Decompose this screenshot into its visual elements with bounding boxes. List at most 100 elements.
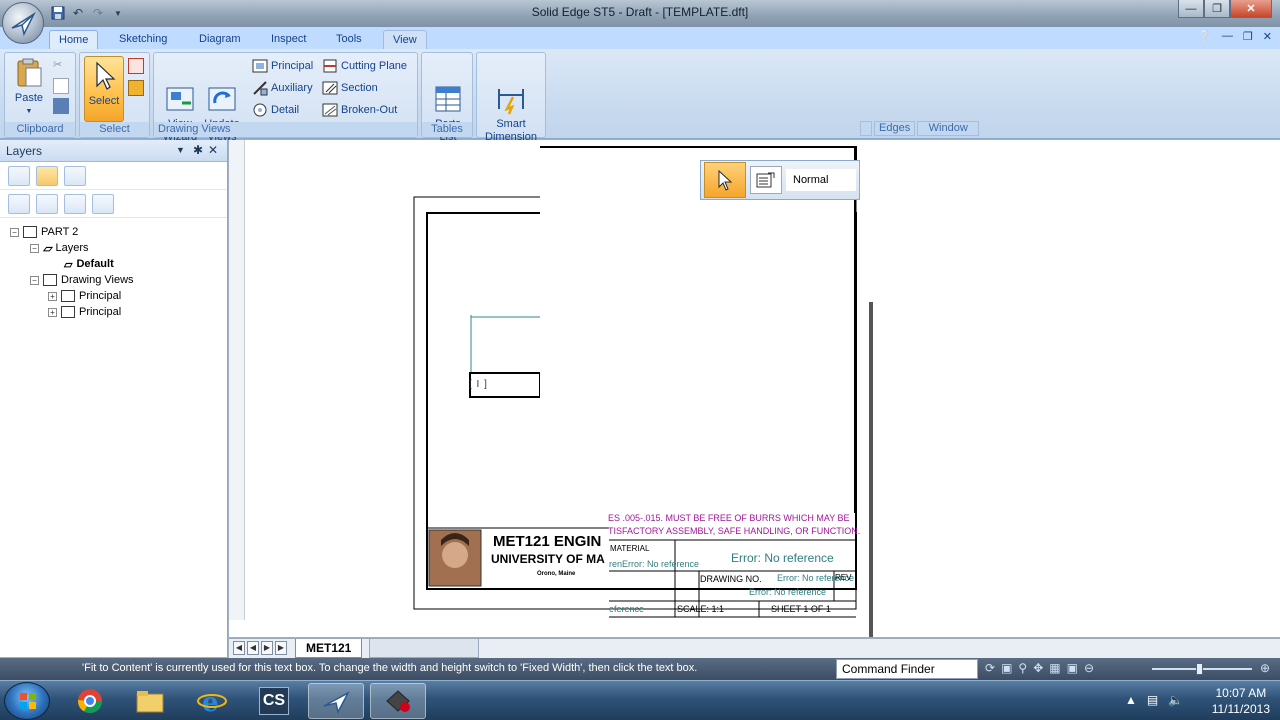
library-tab-icon[interactable] bbox=[64, 165, 86, 186]
first-sheet-button[interactable]: ◀ bbox=[233, 641, 245, 655]
sheet-tabs-bar: ◀ ◀ ▶ ▶ MET121 bbox=[229, 638, 1280, 658]
paste-button[interactable]: Paste ▼ bbox=[11, 57, 47, 118]
pin-icon[interactable]: ✱ bbox=[193, 143, 203, 157]
move-layer-icon[interactable] bbox=[92, 193, 114, 214]
zoom-icon[interactable]: ⚲ bbox=[1018, 661, 1027, 675]
prev-sheet-button[interactable]: ◀ bbox=[247, 641, 259, 655]
expand-icon[interactable]: + bbox=[48, 307, 57, 317]
cutting-plane-button[interactable]: Cutting Plane bbox=[322, 57, 407, 75]
principal-button[interactable]: Principal bbox=[252, 57, 313, 75]
layers-tab-icon[interactable] bbox=[36, 165, 58, 186]
collapsed-groups: Edges Window bbox=[860, 121, 980, 136]
window-controls: — ❐ ✕ bbox=[1178, 0, 1272, 18]
detail-button[interactable]: Detail bbox=[252, 101, 299, 119]
system-clock[interactable]: 10:07 AM 11/11/2013 bbox=[1212, 685, 1270, 717]
smart-dimension-icon bbox=[495, 70, 527, 115]
show-layer-icon[interactable] bbox=[36, 193, 58, 214]
smart-dimension-button[interactable]: Smart Dimension bbox=[480, 57, 542, 144]
auxiliary-button[interactable]: Auxiliary bbox=[252, 79, 313, 97]
dimension-group: Smart Dimension bbox=[476, 52, 546, 143]
solid-edge-taskbar-icon[interactable] bbox=[308, 683, 364, 719]
expand-icon[interactable]: + bbox=[48, 291, 57, 301]
select-tool-arrow-button[interactable] bbox=[704, 162, 746, 198]
part-icon bbox=[23, 226, 37, 238]
tree-node-drawing-views[interactable]: − Drawing Views bbox=[10, 272, 227, 288]
refresh-icon[interactable]: ⟳ bbox=[985, 661, 995, 675]
application-button[interactable] bbox=[2, 2, 44, 44]
start-button[interactable] bbox=[4, 682, 50, 720]
panel-splitter[interactable] bbox=[229, 140, 245, 620]
collapse-icon[interactable]: − bbox=[30, 243, 39, 253]
next-sheet-button[interactable]: ▶ bbox=[261, 641, 273, 655]
query-button[interactable] bbox=[128, 79, 144, 97]
zoom-in-icon[interactable]: ⊕ bbox=[1260, 661, 1270, 675]
ribbon-minimize-icon[interactable]: — bbox=[1222, 30, 1233, 43]
close-button[interactable]: ✕ bbox=[1230, 0, 1272, 18]
sheet-tab-2[interactable] bbox=[369, 639, 479, 658]
tree-node-principal[interactable]: + Principal bbox=[10, 304, 227, 320]
feature-tab-icon[interactable] bbox=[8, 165, 30, 186]
tab-diagram[interactable]: Diagram bbox=[190, 30, 250, 49]
zoom-out-icon[interactable]: ⊖ bbox=[1084, 661, 1094, 675]
scale-label: SCALE: 1:1 bbox=[677, 604, 725, 614]
zoom-slider-thumb[interactable] bbox=[1196, 663, 1203, 675]
camtasia-taskbar-icon[interactable]: CS bbox=[246, 683, 302, 719]
style-dropdown[interactable]: Normal bbox=[786, 169, 856, 191]
ribbon-restore-icon[interactable]: ❐ bbox=[1243, 30, 1253, 43]
tray-expand-icon[interactable]: ▲ bbox=[1125, 693, 1137, 707]
minimize-button[interactable]: — bbox=[1178, 0, 1204, 18]
edges-group-label[interactable]: Edges bbox=[874, 121, 916, 136]
text-box-cursor[interactable]: [ I ] bbox=[469, 379, 488, 390]
new-layer-icon[interactable] bbox=[8, 193, 30, 214]
university-name: UNIVERSITY OF MA bbox=[491, 552, 605, 566]
drawing-views-group-label: Drawing Views bbox=[154, 122, 417, 137]
copy-button[interactable] bbox=[53, 77, 69, 95]
tab-tools[interactable]: Tools bbox=[327, 30, 371, 49]
tree-node-default-layer[interactable]: ▱ Default bbox=[10, 256, 227, 272]
tree-node-part[interactable]: − PART 2 bbox=[10, 224, 227, 240]
command-finder-input[interactable]: Command Finder bbox=[836, 659, 978, 679]
hide-layer-icon[interactable] bbox=[64, 193, 86, 214]
restore-button[interactable]: ❐ bbox=[1204, 0, 1230, 18]
view-icon[interactable]: ▣ bbox=[1067, 661, 1078, 675]
cut-button[interactable]: ✂ bbox=[53, 57, 69, 75]
drawing-views-group: View Wizard Update Views Principal Auxil… bbox=[153, 52, 418, 143]
ribbon-close-icon[interactable]: ✕ bbox=[1263, 30, 1272, 43]
properties-button[interactable] bbox=[750, 166, 782, 194]
title-block-note-1: ES .005-.015. MUST BE FREE OF BURRS WHIC… bbox=[608, 513, 850, 523]
fit-icon[interactable]: ▦ bbox=[1049, 661, 1060, 675]
title-block-note-2: TISFACTORY ASSEMBLY, SAFE HANDLING, OR F… bbox=[608, 526, 861, 536]
broken-out-button[interactable]: Broken-Out bbox=[322, 101, 397, 119]
tab-home[interactable]: Home bbox=[49, 30, 99, 49]
window-group-label[interactable]: Window bbox=[917, 121, 980, 136]
volume-icon[interactable]: 🔈 bbox=[1168, 693, 1183, 707]
panel-dropdown-icon[interactable]: ▼ bbox=[176, 145, 185, 155]
drawing-canvas[interactable]: MET121 ENGIN UNIVERSITY OF MA Orono, Mai… bbox=[229, 140, 1280, 637]
collapse-icon[interactable]: − bbox=[10, 227, 19, 237]
error-short: renError: No reference bbox=[609, 559, 700, 569]
select-button[interactable]: Select bbox=[84, 56, 124, 122]
tables-group-label: Tables bbox=[422, 122, 472, 137]
internet-explorer-taskbar-icon[interactable]: e bbox=[184, 683, 240, 719]
help-icon[interactable]: ❔ bbox=[1198, 30, 1212, 43]
sheet-tab-met121[interactable]: MET121 bbox=[295, 639, 363, 658]
section-button[interactable]: Section bbox=[322, 79, 378, 97]
chrome-taskbar-icon[interactable] bbox=[62, 683, 118, 719]
tab-view[interactable]: View bbox=[383, 30, 427, 49]
format-painter-button[interactable] bbox=[53, 97, 69, 115]
collapse-icon[interactable]: − bbox=[30, 275, 39, 285]
last-sheet-button[interactable]: ▶ bbox=[275, 641, 287, 655]
select-tool-button[interactable] bbox=[128, 57, 144, 75]
tab-sketching[interactable]: Sketching bbox=[110, 30, 176, 49]
tree-node-layers[interactable]: − ▱ Layers bbox=[10, 240, 227, 256]
pan-icon[interactable]: ✥ bbox=[1033, 661, 1043, 675]
zoom-area-icon[interactable]: ▣ bbox=[1001, 661, 1012, 675]
network-icon[interactable]: ▤ bbox=[1147, 693, 1158, 707]
explorer-taskbar-icon[interactable] bbox=[122, 683, 178, 719]
recorder-taskbar-icon[interactable] bbox=[370, 683, 426, 719]
tab-inspect[interactable]: Inspect bbox=[262, 30, 315, 49]
panel-close-icon[interactable]: ✕ bbox=[208, 143, 218, 157]
drawing-no-label: DRAWING NO. bbox=[700, 574, 762, 584]
tree-node-principal[interactable]: + Principal bbox=[10, 288, 227, 304]
active-layer-icon: ▱ bbox=[64, 258, 73, 271]
